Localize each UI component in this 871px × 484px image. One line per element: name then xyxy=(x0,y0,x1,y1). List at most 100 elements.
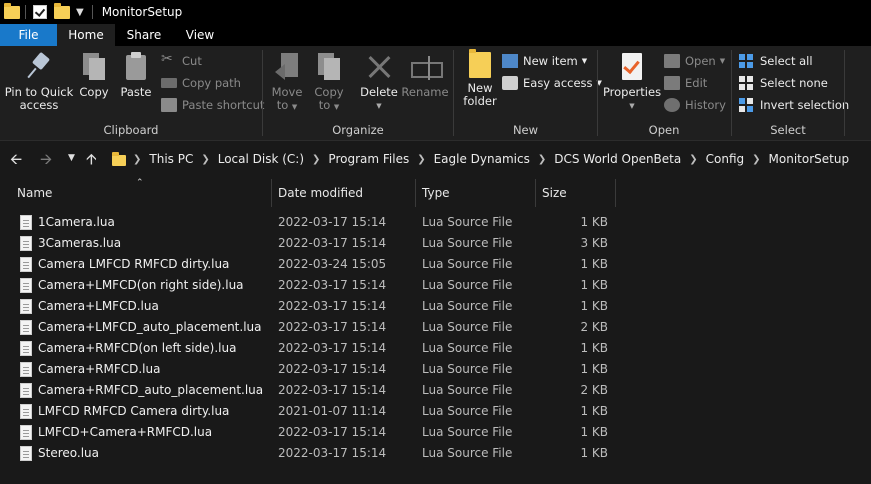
column-divider[interactable] xyxy=(535,179,536,207)
properties-button[interactable]: Properties ▼ xyxy=(602,52,662,113)
folder-icon[interactable] xyxy=(4,2,20,19)
cut-label: Cut xyxy=(182,54,202,68)
up-arrow-icon[interactable]: 🡩 xyxy=(86,149,97,174)
sort-ascending-icon: ⌃ xyxy=(136,178,144,188)
table-row[interactable]: Camera+RMFCD.lua 2022-03-17 15:14 Lua So… xyxy=(0,359,871,380)
paste-button[interactable]: Paste xyxy=(118,52,154,99)
copy-path-button[interactable]: Copy path xyxy=(161,74,241,92)
table-row[interactable]: Camera+LMFCD.lua 2022-03-17 15:14 Lua So… xyxy=(0,296,871,317)
paste-shortcut-button[interactable]: Paste shortcut xyxy=(161,96,264,114)
file-size: 3 KB xyxy=(580,236,608,250)
chevron-right-icon[interactable]: ❯ xyxy=(417,154,425,165)
invert-selection-icon xyxy=(739,98,755,112)
file-size: 2 KB xyxy=(580,383,608,397)
paste-shortcut-label: Paste shortcut xyxy=(182,98,265,112)
pin-to-quick-access-button[interactable]: Pin to Quick access xyxy=(4,52,74,112)
rename-button[interactable]: Rename xyxy=(401,52,449,99)
table-row[interactable]: 1Camera.lua 2022-03-17 15:14 Lua Source … xyxy=(0,212,871,233)
copy-to-icon xyxy=(316,52,342,82)
breadcrumb-eagle-dynamics[interactable]: Eagle Dynamics xyxy=(434,152,530,166)
chevron-right-icon[interactable]: ❯ xyxy=(689,154,697,165)
file-type: Lua Source File xyxy=(422,236,513,250)
tab-view[interactable]: View xyxy=(173,24,227,46)
edit-button[interactable]: Edit xyxy=(664,74,707,92)
easy-access-button[interactable]: Easy access ▼ xyxy=(502,74,602,92)
paste-label: Paste xyxy=(120,85,152,99)
chevron-right-icon[interactable]: ❯ xyxy=(312,154,320,165)
table-row[interactable]: Camera+RMFCD(on left side).lua 2022-03-1… xyxy=(0,338,871,359)
lua-file-icon xyxy=(20,383,32,398)
delete-button[interactable]: Delete ▼ xyxy=(359,52,399,113)
table-row[interactable]: Camera+RMFCD_auto_placement.lua 2022-03-… xyxy=(0,380,871,401)
open-button[interactable]: Open ▼ xyxy=(664,52,725,70)
select-none-button[interactable]: Select none xyxy=(739,74,828,92)
select-all-button[interactable]: Select all xyxy=(739,52,813,70)
lua-file-icon xyxy=(20,236,32,251)
copy-button[interactable]: Copy xyxy=(76,52,112,99)
file-date: 2022-03-17 15:14 xyxy=(278,446,387,460)
chevron-right-icon[interactable]: ❯ xyxy=(538,154,546,165)
table-row[interactable]: LMFCD+Camera+RMFCD.lua 2022-03-17 15:14 … xyxy=(0,422,871,443)
tab-file[interactable]: File xyxy=(0,24,57,46)
file-name: 3Cameras.lua xyxy=(38,236,122,250)
column-header-name[interactable]: Name xyxy=(17,186,52,200)
table-row[interactable]: Stereo.lua 2022-03-17 15:14 Lua Source F… xyxy=(0,443,871,464)
file-name: 1Camera.lua xyxy=(38,215,115,229)
file-date: 2022-03-24 15:05 xyxy=(278,257,387,271)
select-all-label: Select all xyxy=(760,54,813,68)
column-divider[interactable] xyxy=(415,179,416,207)
column-divider[interactable] xyxy=(271,179,272,207)
recent-locations-chevron-icon[interactable]: ▼ xyxy=(68,153,75,163)
file-size: 1 KB xyxy=(580,299,608,313)
table-row[interactable]: LMFCD RMFCD Camera dirty.lua 2021-01-07 … xyxy=(0,401,871,422)
history-button[interactable]: History xyxy=(664,96,726,114)
table-row[interactable]: Camera LMFCD RMFCD dirty.lua 2022-03-24 … xyxy=(0,254,871,275)
file-list: 1Camera.lua 2022-03-17 15:14 Lua Source … xyxy=(0,212,871,464)
file-size: 1 KB xyxy=(580,425,608,439)
properties-label: Properties xyxy=(602,85,662,99)
copy-to-label-line2: to xyxy=(318,98,331,112)
tab-share[interactable]: Share xyxy=(115,24,173,46)
column-header-size[interactable]: Size xyxy=(542,186,567,200)
file-type: Lua Source File xyxy=(422,404,513,418)
breadcrumb-dcs-world[interactable]: DCS World OpenBeta xyxy=(554,152,681,166)
file-size: 1 KB xyxy=(580,278,608,292)
file-name: Stereo.lua xyxy=(38,446,99,460)
column-header-type[interactable]: Type xyxy=(422,186,450,200)
column-divider[interactable] xyxy=(615,179,616,207)
ribbon-tabs: File Home Share View xyxy=(0,24,871,46)
new-item-button[interactable]: New item ▼ xyxy=(502,52,587,70)
file-name: Camera+LMFCD.lua xyxy=(38,299,159,313)
file-name: LMFCD+Camera+RMFCD.lua xyxy=(38,425,213,439)
breadcrumb-local-disk[interactable]: Local Disk (C:) xyxy=(218,152,304,166)
copy-to-button[interactable]: Copy to ▼ xyxy=(311,52,347,114)
chevron-right-icon[interactable]: ❯ xyxy=(133,154,141,165)
chevron-right-icon[interactable]: ❯ xyxy=(201,154,209,165)
table-row[interactable]: Camera+LMFCD_auto_placement.lua 2022-03-… xyxy=(0,317,871,338)
column-header-date-modified[interactable]: Date modified xyxy=(278,186,363,200)
breadcrumb-monitorsetup[interactable]: MonitorSetup xyxy=(769,152,850,166)
quick-access-separator xyxy=(25,5,26,19)
move-to-button[interactable]: Move to ▼ xyxy=(269,52,305,114)
back-arrow-icon[interactable]: 🡨 xyxy=(10,149,22,174)
new-folder-icon[interactable] xyxy=(54,2,70,19)
invert-selection-button[interactable]: Invert selection xyxy=(739,96,849,114)
file-size: 1 KB xyxy=(580,341,608,355)
customize-toolbar-dropdown-icon[interactable]: ▼ xyxy=(76,7,84,18)
file-date: 2022-03-17 15:14 xyxy=(278,236,387,250)
breadcrumb-config[interactable]: Config xyxy=(706,152,745,166)
properties-check-icon[interactable] xyxy=(33,5,47,19)
move-label: Move xyxy=(271,85,303,99)
forward-arrow-icon[interactable]: 🡪 xyxy=(40,149,52,174)
tab-home[interactable]: Home xyxy=(57,24,115,46)
history-label: History xyxy=(685,98,726,112)
rename-label: Rename xyxy=(401,85,449,99)
table-row[interactable]: 3Cameras.lua 2022-03-17 15:14 Lua Source… xyxy=(0,233,871,254)
breadcrumb-program-files[interactable]: Program Files xyxy=(328,152,409,166)
address-bar[interactable]: ❯ This PC ❯ Local Disk (C:) ❯ Program Fi… xyxy=(106,146,871,172)
chevron-right-icon[interactable]: ❯ xyxy=(752,154,760,165)
breadcrumb-this-pc[interactable]: This PC xyxy=(149,152,193,166)
cut-button[interactable]: Cut xyxy=(161,51,202,70)
new-folder-button[interactable]: New folder xyxy=(460,49,500,108)
table-row[interactable]: Camera+LMFCD(on right side).lua 2022-03-… xyxy=(0,275,871,296)
